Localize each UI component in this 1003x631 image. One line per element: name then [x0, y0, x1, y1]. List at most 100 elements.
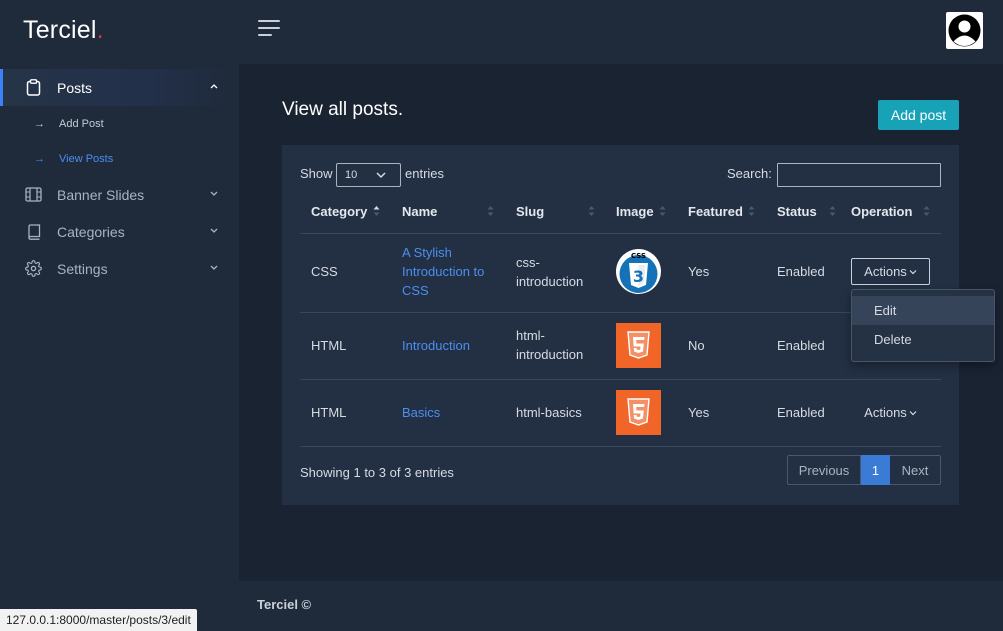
- svg-text:CSS: CSS: [631, 252, 646, 260]
- sort-asc-icon: [373, 206, 380, 216]
- column-header-slug[interactable]: Slug: [516, 204, 544, 219]
- post-name-line: CSS: [402, 283, 429, 298]
- slug-line: introduction: [516, 274, 584, 289]
- actions-dropdown-button[interactable]: Actions: [851, 399, 930, 426]
- footer: Terciel ©: [239, 581, 1003, 631]
- post-name-link[interactable]: A Stylish Introduction to CSS: [402, 243, 484, 300]
- chevron-down-icon: [210, 191, 218, 196]
- cell-slug: html-basics: [516, 403, 582, 422]
- actions-label: Actions: [864, 264, 907, 279]
- cell-category: HTML: [311, 405, 347, 420]
- entries-label: entries: [405, 166, 445, 181]
- sort-icon: [829, 206, 836, 216]
- entries-select[interactable]: 10: [336, 163, 401, 187]
- table-info: Showing 1 to 3 of 3 entries: [300, 465, 454, 480]
- book-icon: [25, 223, 42, 240]
- column-header-featured[interactable]: Featured: [688, 204, 743, 219]
- actions-dropdown-menu: Edit Delete: [851, 289, 995, 362]
- cell-status: Enabled: [777, 338, 825, 353]
- arrow-right-icon: →: [34, 153, 45, 165]
- sidebar-item-label: Banner Slides: [57, 186, 145, 203]
- post-name-link[interactable]: Introduction: [402, 336, 470, 355]
- column-header-category[interactable]: Category: [311, 204, 367, 219]
- slug-line: css-: [516, 255, 540, 270]
- clipboard-icon: [25, 79, 42, 96]
- status-bar-url: 127.0.0.1:8000/master/posts/3/edit: [0, 609, 197, 631]
- sidebar-item-categories[interactable]: Categories: [0, 213, 239, 250]
- post-name-line: Introduction to: [402, 264, 485, 279]
- search-input[interactable]: [777, 163, 941, 187]
- chevron-down-icon: [210, 228, 218, 233]
- cell-featured: Yes: [688, 405, 710, 420]
- chevron-down-icon: [376, 172, 386, 179]
- post-name-line: A Stylish: [402, 245, 452, 260]
- svg-text:3: 3: [633, 267, 644, 286]
- column-header-name[interactable]: Name: [402, 204, 437, 219]
- sidebar-subitem-label: Add Post: [59, 118, 104, 130]
- chevron-down-icon: [210, 265, 218, 270]
- column-header-image[interactable]: Image: [616, 204, 654, 219]
- pagination-previous[interactable]: Previous: [787, 455, 861, 485]
- sidebar-item-label: Posts: [57, 79, 93, 96]
- slug-line: html-basics: [516, 405, 582, 420]
- cell-featured: Yes: [688, 264, 710, 279]
- top-bar: [239, 0, 1003, 64]
- sort-icon: [923, 206, 930, 216]
- sidebar-subitem-add-post[interactable]: → Add Post: [34, 114, 104, 134]
- cell-slug: html- introduction: [516, 326, 583, 364]
- post-name-line: Introduction: [402, 338, 470, 353]
- search-label: Search:: [727, 166, 772, 181]
- pagination-page-1[interactable]: 1: [861, 455, 890, 485]
- sort-icon: [588, 206, 595, 216]
- cell-featured: No: [688, 338, 705, 353]
- user-avatar-icon[interactable]: [946, 12, 983, 49]
- film-icon: [25, 186, 42, 203]
- dropdown-item-edit[interactable]: Edit: [852, 296, 994, 325]
- chevron-down-icon: [909, 410, 917, 415]
- arrow-right-icon: →: [34, 118, 45, 130]
- pagination: Previous 1 Next: [787, 455, 941, 485]
- sidebar-item-banner-slides[interactable]: Banner Slides: [0, 176, 239, 213]
- post-name-link[interactable]: Basics: [402, 403, 440, 422]
- sidebar-item-label: Settings: [57, 260, 108, 277]
- cell-category: HTML: [311, 338, 347, 353]
- hamburger-icon[interactable]: [258, 20, 280, 38]
- slug-line: html-: [516, 328, 545, 343]
- html5-logo-image: [616, 390, 661, 435]
- entries-select-value: 10: [345, 169, 358, 181]
- add-post-button[interactable]: Add post: [878, 100, 959, 130]
- brand-logo[interactable]: Terciel.: [23, 16, 104, 45]
- sidebar-subitem-view-posts[interactable]: → View Posts: [34, 149, 113, 169]
- column-header-operation[interactable]: Operation: [851, 204, 912, 219]
- sort-icon: [748, 206, 755, 216]
- css3-logo-image: CSS 3: [616, 249, 661, 294]
- page-title: View all posts.: [282, 99, 404, 120]
- chevron-down-icon: [909, 269, 917, 274]
- show-label: Show: [300, 166, 333, 181]
- sidebar-item-settings[interactable]: Settings: [0, 250, 239, 287]
- sidebar-subitem-label: View Posts: [59, 153, 114, 165]
- pagination-next[interactable]: Next: [890, 455, 941, 485]
- sort-icon: [487, 206, 494, 216]
- sidebar: Terciel. Posts → Add Post → View Posts B…: [0, 0, 239, 631]
- table-divider: [300, 312, 941, 313]
- sidebar-item-posts[interactable]: Posts: [0, 69, 239, 106]
- footer-text: Terciel ©: [257, 597, 312, 612]
- html5-logo-image: [616, 323, 661, 368]
- slug-line: introduction: [516, 347, 584, 362]
- dropdown-item-delete[interactable]: Delete: [852, 325, 994, 354]
- gear-icon: [25, 260, 42, 277]
- post-name-line: Basics: [402, 405, 441, 420]
- table-divider: [300, 233, 941, 234]
- chevron-up-icon: [210, 84, 218, 89]
- cell-slug: css- introduction: [516, 253, 583, 291]
- sort-icon: [659, 206, 666, 216]
- table-divider: [300, 379, 941, 380]
- actions-dropdown-button[interactable]: Actions: [851, 258, 930, 285]
- cell-status: Enabled: [777, 405, 825, 420]
- sidebar-item-label: Categories: [57, 223, 125, 240]
- column-header-status[interactable]: Status: [777, 204, 817, 219]
- cell-category: CSS: [311, 264, 338, 279]
- actions-label: Actions: [864, 405, 907, 420]
- cell-status: Enabled: [777, 264, 825, 279]
